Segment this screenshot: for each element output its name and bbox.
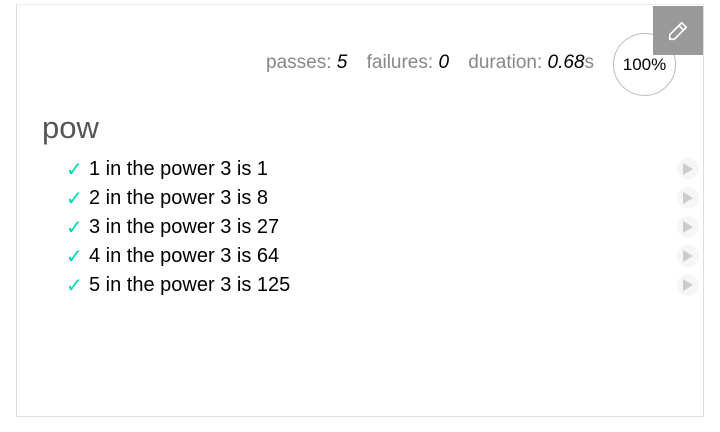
replay-button[interactable] [677, 187, 699, 209]
test-item[interactable]: ✓ 4 in the power 3 is 64 [66, 242, 290, 271]
test-item[interactable]: ✓ 5 in the power 3 is 125 [66, 271, 290, 300]
test-item[interactable]: ✓ 3 in the power 3 is 27 [66, 213, 290, 242]
replay-button[interactable] [677, 158, 699, 180]
play-icon [683, 250, 693, 262]
test-item[interactable]: ✓ 1 in the power 3 is 1 [66, 155, 290, 184]
play-icon [683, 279, 693, 291]
play-icon [683, 163, 693, 175]
passes-stat[interactable]: passes: 5 [266, 52, 347, 73]
play-icon [683, 221, 693, 233]
replay-button[interactable] [677, 216, 699, 238]
test-list: ✓ 1 in the power 3 is 1 ✓ 2 in the power 3… [66, 155, 290, 300]
replay-button[interactable] [677, 274, 699, 296]
duration-stat: duration: 0.68s [468, 52, 595, 73]
pencil-icon [668, 21, 688, 40]
suite-title[interactable]: pow [42, 110, 99, 146]
check-icon: ✓ [66, 275, 83, 297]
edit-button[interactable] [653, 6, 703, 55]
check-icon: ✓ [66, 246, 83, 268]
failures-stat[interactable]: failures: 0 [367, 52, 449, 73]
check-icon: ✓ [66, 188, 83, 210]
play-icon [683, 192, 693, 204]
mocha-stats: passes: 5 failures: 0 duration: 0.68s [266, 52, 594, 74]
replay-button[interactable] [677, 245, 699, 267]
test-item[interactable]: ✓ 2 in the power 3 is 8 [66, 184, 290, 213]
check-icon: ✓ [66, 217, 83, 239]
check-icon: ✓ [66, 159, 83, 181]
